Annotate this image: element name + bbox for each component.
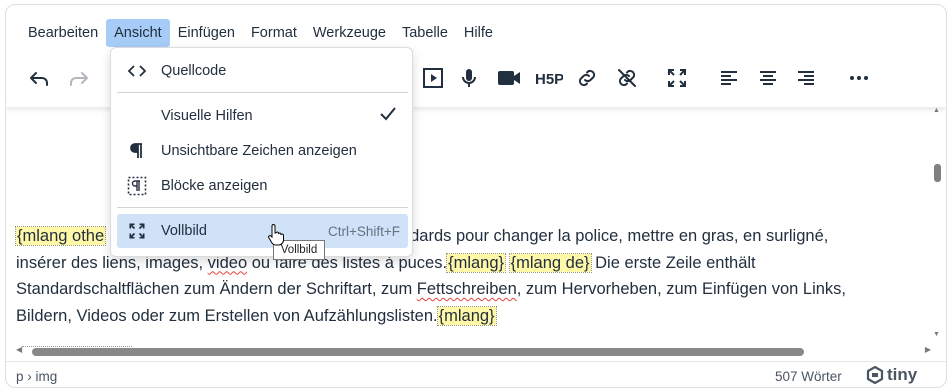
media-button[interactable] — [416, 61, 450, 95]
tiny-logo[interactable]: tiny — [866, 365, 917, 385]
align-left-button[interactable] — [712, 61, 746, 95]
menu-separator — [117, 207, 408, 208]
microphone-icon — [462, 69, 476, 87]
menu-item-label: Blöcke anzeigen — [161, 178, 268, 194]
content-text: Standardschaltflächen zum Ändern der Sch… — [16, 280, 417, 298]
redo-button[interactable] — [62, 61, 96, 95]
scroll-left-icon[interactable]: ◀ — [16, 345, 22, 354]
redo-icon — [70, 72, 88, 86]
tiny-logo-icon — [866, 366, 884, 384]
media-icon — [423, 68, 443, 88]
scroll-down-icon[interactable]: ▼ — [933, 331, 940, 338]
source-code-icon — [117, 61, 157, 81]
menu-item-vollbild[interactable]: Vollbild Ctrl+Shift+F — [117, 214, 408, 248]
statusbar: p › img 507 Wörter tiny — [6, 361, 946, 387]
brand-name: tiny — [887, 365, 918, 384]
menu-tabelle[interactable]: Tabelle — [394, 19, 456, 47]
horizontal-scroll-thumb[interactable] — [32, 348, 804, 356]
mlang-tag: {mlang} — [446, 252, 507, 273]
content-line-3: Standardschaltflächen zum Ändern der Sch… — [16, 276, 936, 303]
menubar: Bearbeiten Ansicht Einfügen Format Werkz… — [20, 17, 501, 49]
content-text: Die erste Zeile enthält — [590, 253, 756, 272]
h5p-icon: H5P — [535, 71, 563, 88]
mouse-pointer-icon — [268, 224, 284, 246]
menu-item-unsichtbare-zeichen[interactable]: Unsichtbare Zeichen anzeigen — [117, 134, 408, 168]
pilcrow-icon — [117, 141, 157, 161]
record-video-button[interactable] — [492, 61, 526, 95]
vertical-scroll-thumb[interactable] — [934, 164, 941, 182]
undo-icon — [30, 72, 48, 86]
content-text: , zum Hervorheben, zum Einfügen von Link… — [516, 280, 847, 298]
menu-item-bloecke-anzeigen[interactable]: Blöcke anzeigen — [117, 169, 408, 203]
scroll-up-icon[interactable]: ▲ — [933, 107, 940, 114]
menu-item-visuelle-hilfen[interactable]: Visuelle Hilfen — [117, 99, 408, 133]
scroll-right-icon[interactable]: ▶ — [925, 345, 931, 354]
video-icon — [498, 71, 520, 85]
menu-item-label: Vollbild — [161, 223, 207, 239]
align-left-icon — [721, 71, 737, 85]
align-center-button[interactable] — [751, 61, 785, 95]
menu-item-quellcode[interactable]: Quellcode — [117, 54, 408, 88]
link-icon — [578, 69, 596, 87]
align-right-icon — [798, 71, 814, 85]
show-blocks-icon — [117, 176, 157, 196]
svg-text:H5P: H5P — [535, 71, 563, 88]
align-center-icon — [760, 71, 776, 85]
horizontal-scrollbar[interactable]: ◀ ▶ — [16, 345, 931, 358]
link-button[interactable] — [570, 61, 604, 95]
menu-format[interactable]: Format — [243, 19, 305, 47]
content-text: Bildern, Videos oder zum Erstellen von A… — [16, 306, 438, 325]
keyboard-shortcut: Ctrl+Shift+F — [327, 223, 400, 239]
menu-item-label: Visuelle Hilfen — [161, 108, 253, 124]
menu-werkzeuge[interactable]: Werkzeuge — [305, 19, 394, 47]
fullscreen-icon — [117, 221, 157, 241]
more-button[interactable] — [842, 61, 876, 95]
ansicht-dropdown: Quellcode Visuelle Hilfen Unsichtbare Ze… — [110, 47, 413, 257]
menu-bearbeiten[interactable]: Bearbeiten — [20, 19, 106, 47]
content-text: tandards pour changer la police, mettre … — [387, 227, 829, 245]
menu-item-label: Quellcode — [161, 63, 227, 79]
unlink-icon — [618, 69, 636, 87]
fullscreen-icon — [668, 69, 686, 87]
menu-hilfe[interactable]: Hilfe — [456, 19, 501, 47]
word-count[interactable]: 507 Wörter — [775, 369, 842, 384]
mlang-tag: {mlang othe — [14, 226, 107, 246]
mlang-tag: {mlang} — [436, 305, 497, 326]
element-path[interactable]: p › img — [16, 369, 57, 384]
unlink-button[interactable] — [610, 61, 644, 95]
mlang-tag: {mlang de} — [508, 252, 592, 273]
h5p-button[interactable]: H5P — [532, 61, 566, 95]
content-line-4: Bildern, Videos oder zum Erstellen von A… — [16, 303, 936, 330]
menu-separator — [117, 92, 408, 93]
fullscreen-button[interactable] — [660, 61, 694, 95]
more-icon — [850, 76, 868, 80]
checkmark-icon — [378, 104, 408, 128]
menu-item-label: Unsichtbare Zeichen anzeigen — [161, 143, 357, 159]
undo-button[interactable] — [22, 61, 56, 95]
menu-ansicht[interactable]: Ansicht — [106, 19, 170, 47]
vertical-scrollbar[interactable]: ▲ ▼ — [931, 107, 943, 345]
misspelled-word: Fettschreiben — [416, 280, 517, 298]
record-audio-button[interactable] — [452, 61, 486, 95]
align-right-button[interactable] — [789, 61, 823, 95]
menu-einfuegen[interactable]: Einfügen — [170, 19, 243, 47]
